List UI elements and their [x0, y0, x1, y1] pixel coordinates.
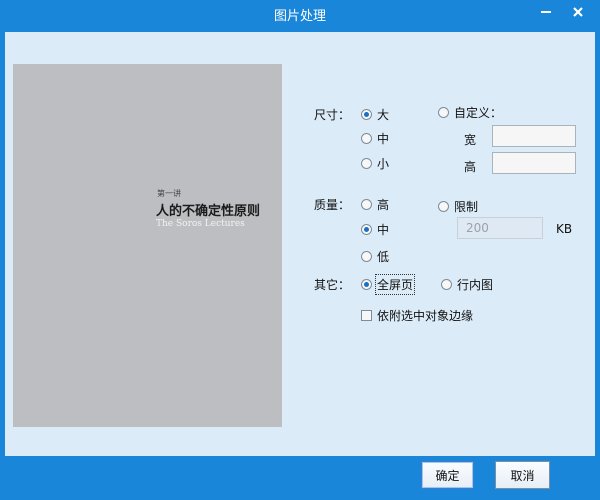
radio-icon: [361, 198, 372, 210]
minimize-button[interactable]: [535, 2, 557, 22]
limit-kb-input[interactable]: 200: [457, 217, 543, 239]
quality-limit-label: 限制: [454, 199, 479, 214]
height-input[interactable]: [492, 152, 576, 174]
dialog-window: 图片处理 第一讲 人的不确定性原则 The Soros Lectures 尺寸：…: [0, 0, 600, 500]
radio-selected-icon: [361, 278, 372, 290]
radio-icon: [361, 132, 372, 144]
height-label: 高: [464, 160, 477, 174]
size-option-large: 大: [377, 107, 390, 122]
size-radio-large[interactable]: 大: [361, 106, 389, 122]
size-radio-small[interactable]: 小: [361, 155, 389, 171]
quality-radio-high[interactable]: 高: [361, 196, 389, 212]
quality-option-medium: 中: [377, 222, 390, 237]
radio-selected-icon: [361, 108, 372, 120]
preview-subtitle: 第一讲: [157, 189, 181, 198]
other-radio-inline[interactable]: 行内图: [441, 276, 493, 292]
radio-icon: [438, 106, 449, 118]
quality-option-low: 低: [377, 249, 390, 264]
quality-radio-medium[interactable]: 中: [361, 221, 389, 237]
width-label: 宽: [464, 133, 477, 147]
other-option-fullscreen: 全屏页: [374, 273, 416, 295]
quality-label: 质量：: [314, 198, 351, 212]
kb-unit-label: KB: [556, 222, 573, 236]
other-option-inline: 行内图: [457, 277, 494, 292]
size-custom-label: 自定义：: [454, 105, 503, 120]
size-radio-custom[interactable]: 自定义：: [438, 104, 502, 120]
title-bar: 图片处理: [0, 0, 600, 27]
radio-icon: [361, 157, 372, 169]
window-title: 图片处理: [273, 9, 326, 24]
size-option-medium: 中: [377, 131, 390, 146]
preview-english-title: The Soros Lectures: [156, 219, 245, 229]
close-button[interactable]: [567, 2, 589, 22]
width-input[interactable]: [492, 125, 576, 147]
quality-radio-low[interactable]: 低: [361, 248, 389, 264]
radio-selected-icon: [361, 223, 372, 235]
quality-option-high: 高: [377, 197, 390, 212]
image-preview: 第一讲 人的不确定性原则 The Soros Lectures: [13, 64, 282, 427]
size-label: 尺寸：: [314, 108, 351, 122]
radio-icon: [441, 278, 452, 290]
size-radio-medium[interactable]: 中: [361, 130, 389, 146]
attach-edge-checkbox[interactable]: 依附选中对象边缘: [361, 307, 473, 323]
size-option-small: 小: [377, 156, 390, 171]
other-radio-fullscreen[interactable]: 全屏页: [361, 273, 416, 295]
checkbox-icon: [361, 309, 372, 321]
radio-icon: [361, 250, 372, 262]
other-label: 其它：: [314, 278, 351, 292]
dialog-body: 第一讲 人的不确定性原则 The Soros Lectures 尺寸： 大 中 …: [5, 32, 595, 456]
preview-heading: 人的不确定性原则: [156, 204, 261, 219]
quality-radio-limit[interactable]: 限制: [438, 198, 478, 214]
minimize-icon: [541, 11, 551, 13]
ok-button[interactable]: 确定: [421, 461, 474, 489]
close-icon: [573, 7, 583, 17]
radio-icon: [438, 200, 449, 212]
attach-edge-label: 依附选中对象边缘: [377, 308, 474, 323]
cancel-button[interactable]: 取消: [495, 461, 550, 489]
